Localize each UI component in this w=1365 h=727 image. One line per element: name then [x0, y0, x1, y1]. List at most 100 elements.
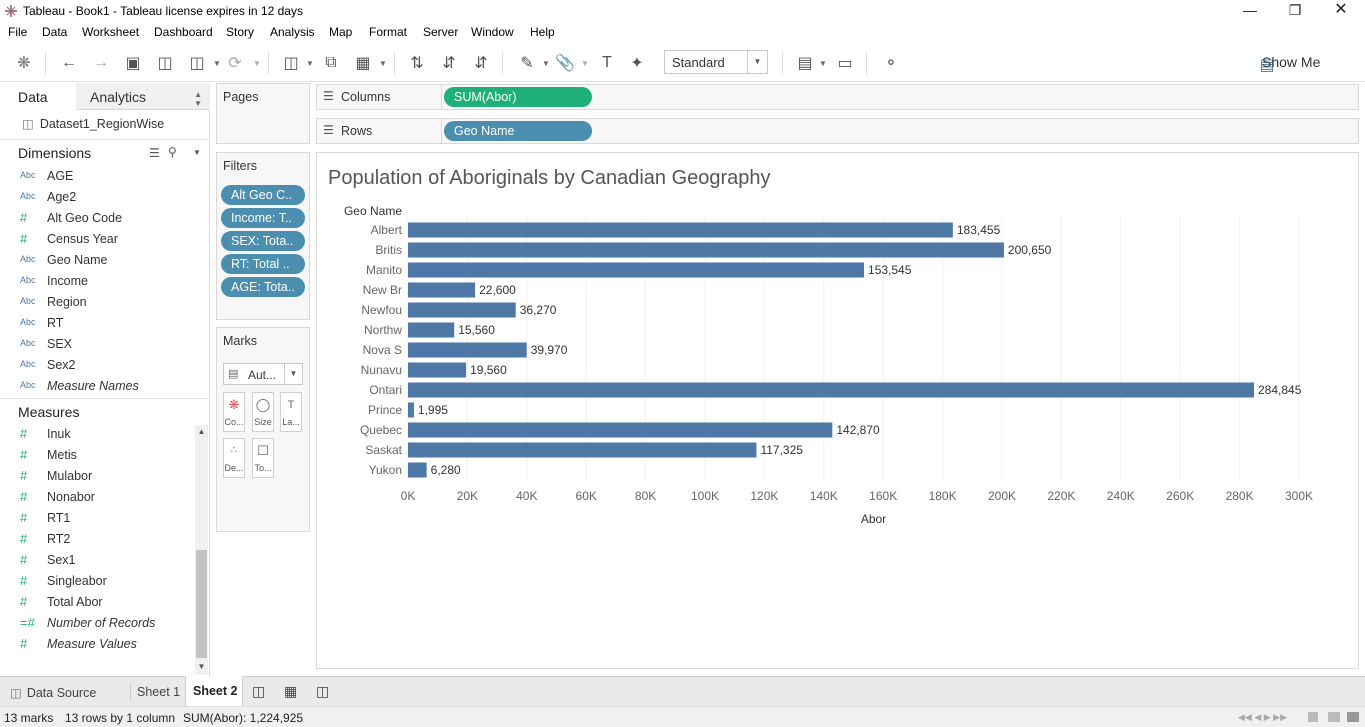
clear-sheet-icon[interactable]: ▦ [352, 52, 374, 74]
chevron-down-icon[interactable]: ▼ [193, 148, 201, 157]
menu-server[interactable]: Server [423, 25, 458, 39]
menu-dashboard[interactable]: Dashboard [154, 25, 213, 39]
show-cards-icon[interactable]: ▤ [794, 52, 816, 74]
detail-button[interactable]: ∴ De... [223, 438, 245, 478]
menu-map[interactable]: Map [329, 25, 352, 39]
undo-icon[interactable]: ← [58, 52, 80, 74]
tab-data[interactable]: Data [0, 83, 76, 110]
field-item[interactable]: # Alt Geo Code [0, 208, 195, 229]
field-item[interactable]: # Inuk [0, 424, 195, 445]
chevron-down-icon[interactable]: ▼ [306, 59, 314, 68]
show-filmstrip-icon[interactable] [1328, 712, 1340, 722]
bar[interactable] [408, 442, 757, 458]
field-item[interactable]: Abc Region [0, 292, 195, 313]
bar[interactable] [408, 302, 516, 318]
color-button[interactable]: ❋ Co... [223, 392, 245, 432]
field-item[interactable]: # Mulabor [0, 466, 195, 487]
pages-card[interactable]: Pages [216, 83, 310, 144]
highlight-icon[interactable]: ✎ [516, 52, 538, 74]
menu-story[interactable]: Story [226, 25, 254, 39]
show-tabs-icon[interactable] [1347, 712, 1359, 722]
tab-analytics[interactable]: Analytics ▲ ▼ [76, 83, 210, 110]
chevron-down-icon[interactable]: ▼ [213, 59, 221, 68]
field-item[interactable]: # Sex1 [0, 550, 195, 571]
field-item[interactable]: # RT1 [0, 508, 195, 529]
chevron-down-icon[interactable]: ▼ [542, 59, 550, 68]
field-item[interactable]: # Metis [0, 445, 195, 466]
columns-shelf[interactable]: ☰ Columns SUM(Abor) [316, 84, 1359, 110]
new-story-icon[interactable]: ◫ [316, 683, 329, 700]
new-worksheet-icon[interactable]: ◫ [252, 683, 265, 700]
bar[interactable] [408, 222, 953, 238]
menu-file[interactable]: File [8, 25, 27, 39]
field-item[interactable]: =# Number of Records [0, 613, 195, 634]
menu-window[interactable]: Window [471, 25, 514, 39]
field-item[interactable]: # RT2 [0, 529, 195, 550]
columns-pill[interactable]: SUM(Abor) [444, 87, 592, 107]
share-icon[interactable]: ⚬ [880, 52, 902, 74]
filters-card[interactable]: Filters Alt Geo C.. Income: T.. SEX: Tot… [216, 152, 310, 320]
fix-axes-icon[interactable]: ✦ [626, 52, 648, 74]
chevron-down-icon[interactable]: ▼ [253, 59, 261, 68]
duplicate-sheet-icon[interactable]: ⧉ [320, 52, 342, 74]
visualization-canvas[interactable]: Population of Aboriginals by Canadian Ge… [316, 152, 1359, 669]
refresh-icon[interactable]: ⟳ [224, 52, 246, 74]
bar[interactable] [408, 262, 865, 278]
sort-ascending-icon[interactable]: ⇵ [438, 52, 460, 74]
rows-pill[interactable]: Geo Name [444, 121, 592, 141]
field-item[interactable]: # Total Abor [0, 592, 195, 613]
field-item[interactable]: Abc AGE [0, 166, 195, 187]
tableau-home-icon[interactable]: ❋ [13, 52, 35, 74]
bar[interactable] [408, 382, 1254, 398]
mark-type-dropdown[interactable]: ▤ Aut... ▼ [223, 363, 303, 385]
fit-mode-dropdown[interactable]: Standard ▼ [664, 50, 768, 74]
close-icon[interactable]: ✕ [1318, 0, 1364, 22]
redo-icon[interactable]: → [90, 52, 112, 74]
label-button[interactable]: T La... [280, 392, 302, 432]
field-item[interactable]: Abc Age2 [0, 187, 195, 208]
menu-data[interactable]: Data [42, 25, 67, 39]
group-members-icon[interactable]: 📎 [554, 52, 576, 74]
minimize-icon[interactable]: — [1227, 0, 1273, 22]
rows-shelf[interactable]: ☰ Rows Geo Name [316, 118, 1359, 144]
menu-format[interactable]: Format [369, 25, 407, 39]
tab-sheet2[interactable]: Sheet 2 [185, 676, 243, 706]
filter-pill[interactable]: AGE: Tota.. [221, 277, 305, 297]
presentation-mode-icon[interactable]: ▭ [834, 52, 856, 74]
scrollbar[interactable]: ▲ ▼ [195, 425, 208, 675]
field-item[interactable]: Abc RT [0, 313, 195, 334]
field-item[interactable]: Abc Income [0, 271, 195, 292]
bar[interactable] [408, 462, 427, 478]
bar[interactable] [408, 402, 414, 418]
sheet-nav-icon[interactable]: ◀◀ ◀ ▶ ▶▶ [1238, 712, 1287, 723]
new-worksheet-icon[interactable]: ◫ [280, 52, 302, 74]
field-item[interactable]: # Measure Values [0, 634, 195, 655]
tab-sheet1[interactable]: Sheet 1 [137, 685, 180, 699]
filter-pill[interactable]: RT: Total .. [221, 254, 305, 274]
field-item[interactable]: # Singleabor [0, 571, 195, 592]
new-datasource-icon[interactable]: ◫ [154, 52, 176, 74]
datasource-item[interactable]: ◫ Dataset1_RegionWise [22, 116, 164, 131]
save-icon[interactable]: ▣ [122, 52, 144, 74]
new-dashboard-icon[interactable]: ▦ [284, 683, 297, 700]
chevron-down-icon[interactable]: ▼ [819, 59, 827, 68]
bar[interactable] [408, 322, 455, 338]
menu-worksheet[interactable]: Worksheet [82, 25, 139, 39]
chevron-down-icon[interactable]: ▼ [379, 59, 387, 68]
tooltip-button[interactable]: ☐ To... [252, 438, 274, 478]
menu-analysis[interactable]: Analysis [270, 25, 315, 39]
field-item[interactable]: Abc Sex2 [0, 355, 195, 376]
filter-pill[interactable]: Alt Geo C.. [221, 185, 305, 205]
bar[interactable] [408, 242, 1004, 258]
tab-data-source[interactable]: ◫ Data Source [10, 685, 96, 700]
search-icon[interactable]: ⚲ [168, 145, 177, 159]
view-list-icon[interactable]: ☰ [149, 146, 160, 160]
bar[interactable] [408, 342, 527, 358]
field-item[interactable]: Abc Geo Name [0, 250, 195, 271]
pause-updates-icon[interactable]: ◫ [186, 52, 208, 74]
sort-descending-icon[interactable]: ⇵ [470, 52, 492, 74]
show-mark-labels-icon[interactable]: T [596, 52, 618, 74]
bar[interactable] [408, 362, 467, 378]
swap-rows-columns-icon[interactable]: ⇅ [406, 52, 428, 74]
show-sheet-sorter-icon[interactable] [1308, 712, 1318, 722]
